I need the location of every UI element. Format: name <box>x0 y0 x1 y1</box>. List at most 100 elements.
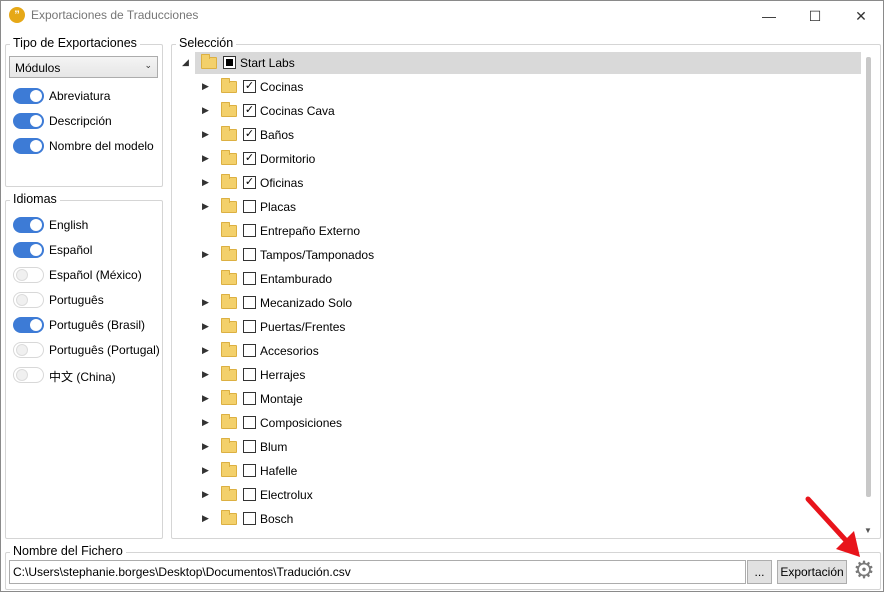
folder-icon <box>221 510 237 525</box>
expand-triangle-icon[interactable]: ▶ <box>202 512 212 524</box>
language-option-toggle[interactable] <box>13 317 44 333</box>
root-checkbox[interactable] <box>223 56 236 69</box>
tree-item[interactable]: ▶ ✓ Oficinas <box>195 172 861 194</box>
languages-title: Idiomas <box>10 192 60 206</box>
tree-item[interactable]: ▶ ✓ Cocinas <box>195 76 861 98</box>
expand-triangle-icon[interactable]: ▶ <box>202 368 212 380</box>
close-button[interactable]: ✕ <box>838 1 884 31</box>
language-option-toggle[interactable] <box>13 367 44 383</box>
language-option-toggle[interactable] <box>13 267 44 283</box>
export-option-label: Descripción <box>49 114 112 128</box>
tree-item[interactable]: ▶ ✓ Cocinas Cava <box>195 100 861 122</box>
folder-icon <box>221 414 237 429</box>
tree-item[interactable]: ▶ ✓ Baños <box>195 124 861 146</box>
item-checkbox[interactable] <box>243 272 256 285</box>
export-type-dropdown[interactable]: Módulos ⌄ <box>9 56 158 78</box>
quote-icon: ” <box>9 7 25 23</box>
tree-item[interactable]: Entamburado <box>195 268 861 290</box>
item-checkbox[interactable] <box>243 320 256 333</box>
tree-item-label: Montaje <box>260 392 303 406</box>
tree-item[interactable]: ▶ Composiciones <box>195 412 861 434</box>
expand-triangle-icon[interactable]: ▶ <box>202 296 212 308</box>
expand-triangle-icon[interactable]: ▶ <box>202 416 212 428</box>
tree-item-label: Dormitorio <box>260 152 316 166</box>
toggle-knob <box>30 115 42 127</box>
expand-triangle-icon[interactable]: ▶ <box>202 464 212 476</box>
gear-icon[interactable]: ⚙ <box>851 558 877 584</box>
folder-icon <box>221 366 237 381</box>
folder-icon <box>221 102 237 117</box>
language-option-toggle[interactable] <box>13 342 44 358</box>
toggle-knob <box>16 269 28 281</box>
tree-item[interactable]: ▶ Montaje <box>195 388 861 410</box>
export-button[interactable]: Exportación <box>777 560 847 584</box>
expand-triangle-icon[interactable]: ▶ <box>202 152 212 164</box>
item-checkbox[interactable] <box>243 200 256 213</box>
expand-triangle-icon[interactable]: ▶ <box>202 128 212 140</box>
expand-triangle-icon[interactable]: ▶ <box>202 320 212 332</box>
item-checkbox[interactable] <box>243 392 256 405</box>
item-checkbox[interactable]: ✓ <box>243 152 256 165</box>
tree-item[interactable]: ▶ Accesorios <box>195 340 861 362</box>
expand-triangle-icon[interactable]: ▶ <box>202 80 212 92</box>
tree-item[interactable]: ▶ Tampos/Tamponados <box>195 244 861 266</box>
tree-item[interactable]: ▶ Bosch <box>195 508 861 530</box>
close-icon: ✕ <box>855 8 867 24</box>
folder-icon <box>221 270 237 285</box>
item-checkbox[interactable] <box>243 224 256 237</box>
expand-triangle-icon[interactable]: ▶ <box>202 440 212 452</box>
item-checkbox[interactable]: ✓ <box>243 80 256 93</box>
tree-item[interactable]: ▶ Puertas/Frentes <box>195 316 861 338</box>
expand-triangle-icon[interactable]: ▶ <box>202 176 212 188</box>
collapse-triangle-icon[interactable]: ◢ <box>182 56 192 68</box>
language-option-toggle[interactable] <box>13 292 44 308</box>
export-option-toggle[interactable] <box>13 138 44 154</box>
tree-item[interactable]: ▶ Placas <box>195 196 861 218</box>
item-checkbox[interactable] <box>243 296 256 309</box>
expand-triangle-icon[interactable]: ▶ <box>202 392 212 404</box>
file-path-input[interactable] <box>9 560 746 584</box>
item-checkbox[interactable] <box>243 248 256 261</box>
item-checkbox[interactable] <box>243 440 256 453</box>
expand-triangle-icon[interactable]: ▶ <box>202 488 212 500</box>
item-checkbox[interactable] <box>243 368 256 381</box>
tree-scrollbar[interactable]: ▼ <box>863 51 873 535</box>
item-checkbox[interactable] <box>243 512 256 525</box>
language-option-toggle[interactable] <box>13 242 44 258</box>
tree-root-row[interactable]: ◢ Start Labs <box>182 52 861 74</box>
item-checkbox[interactable]: ✓ <box>243 104 256 117</box>
expand-triangle-icon[interactable]: ▶ <box>202 344 212 356</box>
folder-icon <box>221 294 237 309</box>
tree-item-label: Baños <box>260 128 295 142</box>
tree-item[interactable]: ▶ ✓ Dormitorio <box>195 148 861 170</box>
language-option-label: Español <box>49 243 93 257</box>
item-checkbox[interactable] <box>243 464 256 477</box>
tree-item[interactable]: ▶ Herrajes <box>195 364 861 386</box>
folder-icon <box>221 78 237 93</box>
maximize-button[interactable]: ☐ <box>792 1 838 31</box>
toggle-knob <box>30 90 42 102</box>
export-option-label: Abreviatura <box>49 89 111 103</box>
browse-button[interactable]: ... <box>747 560 772 584</box>
tree-item[interactable]: Entrepaño Externo <box>195 220 861 242</box>
language-option-toggle[interactable] <box>13 217 44 233</box>
scrollbar-thumb[interactable] <box>866 57 871 497</box>
folder-icon <box>221 486 237 501</box>
item-checkbox[interactable] <box>243 488 256 501</box>
expand-triangle-icon[interactable]: ▶ <box>202 200 212 212</box>
expand-triangle-icon[interactable]: ▶ <box>202 248 212 260</box>
item-checkbox[interactable]: ✓ <box>243 128 256 141</box>
item-checkbox[interactable]: ✓ <box>243 176 256 189</box>
toggle-knob <box>30 140 42 152</box>
tree-item[interactable]: ▶ Blum <box>195 436 861 458</box>
minimize-button[interactable]: — <box>746 1 792 31</box>
language-option-label: English <box>49 218 89 232</box>
export-option-toggle[interactable] <box>13 88 44 104</box>
tree-item[interactable]: ▶ Mecanizado Solo <box>195 292 861 314</box>
item-checkbox[interactable] <box>243 344 256 357</box>
tree-item[interactable]: ▶ Hafelle <box>195 460 861 482</box>
tree-item[interactable]: ▶ Electrolux <box>195 484 861 506</box>
item-checkbox[interactable] <box>243 416 256 429</box>
export-option-toggle[interactable] <box>13 113 44 129</box>
expand-triangle-icon[interactable]: ▶ <box>202 104 212 116</box>
